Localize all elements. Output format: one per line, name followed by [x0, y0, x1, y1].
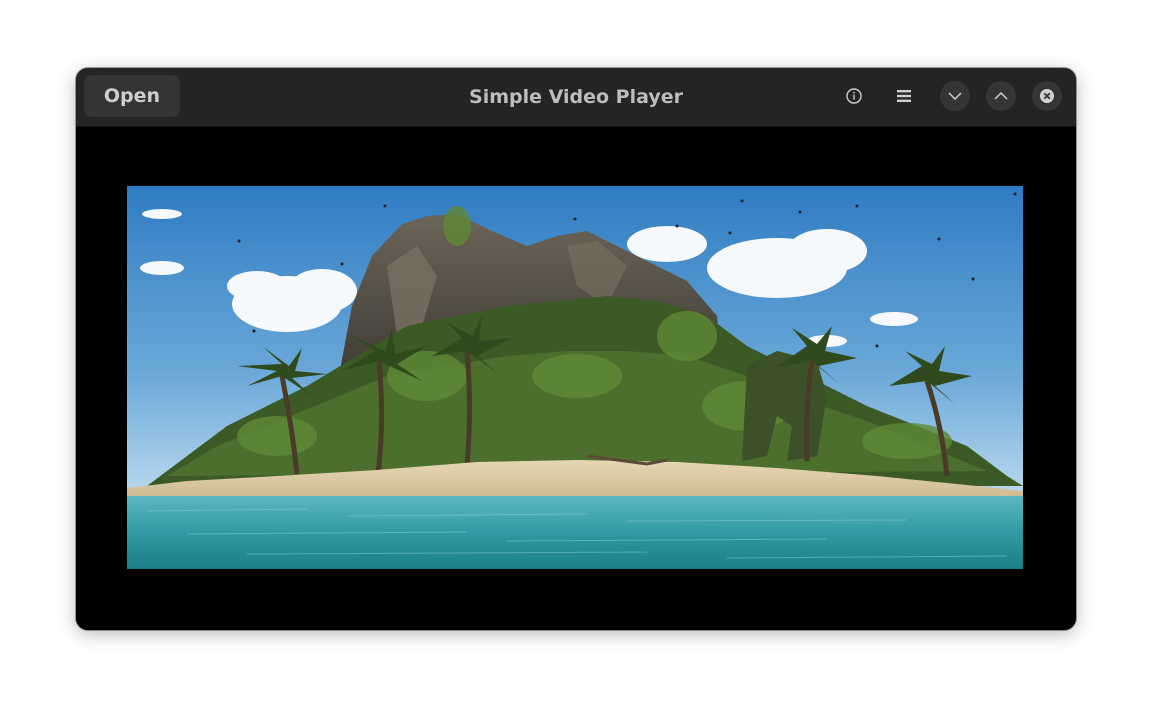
video-player-window: Open Simple Video Player	[76, 68, 1076, 630]
open-button[interactable]: Open	[84, 75, 180, 117]
info-icon	[846, 88, 862, 104]
close-icon	[1040, 89, 1054, 103]
video-area[interactable]	[76, 127, 1076, 630]
headerbar: Open Simple Video Player	[76, 68, 1076, 127]
video-scene-image	[127, 186, 1023, 569]
main-menu-button[interactable]	[889, 81, 919, 111]
video-frame[interactable]	[127, 186, 1023, 569]
close-button[interactable]	[1032, 81, 1062, 111]
chevron-down-icon	[948, 92, 962, 101]
chevron-up-icon	[994, 91, 1008, 100]
minimize-button[interactable]	[940, 81, 970, 111]
window-title: Simple Video Player	[469, 86, 683, 108]
hamburger-menu-icon	[897, 90, 911, 102]
maximize-button[interactable]	[986, 81, 1016, 111]
info-button[interactable]	[839, 81, 869, 111]
